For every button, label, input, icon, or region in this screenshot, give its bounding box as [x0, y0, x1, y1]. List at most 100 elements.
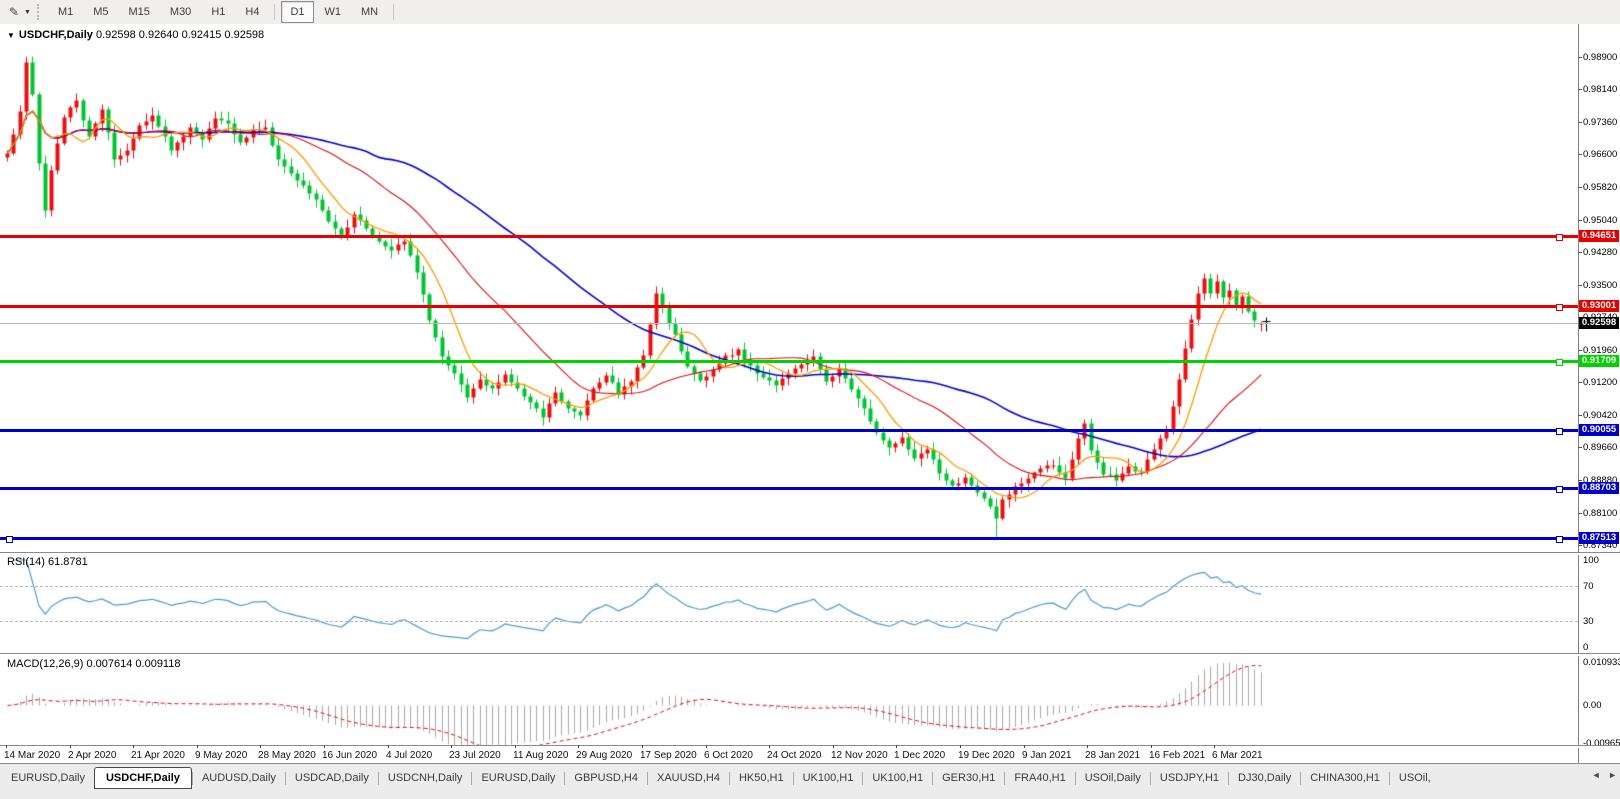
- price-tick-mark: [1578, 447, 1582, 448]
- date-label: 24 Oct 2020: [767, 750, 821, 761]
- hline-handle[interactable]: [1556, 234, 1563, 241]
- date-label: 28 May 2020: [258, 750, 316, 761]
- tab-eurusd-daily[interactable]: EURUSD,Daily: [472, 768, 564, 788]
- hline-handle[interactable]: [1556, 536, 1563, 543]
- panel-divider[interactable]: [0, 653, 1620, 656]
- bid-price-line: [0, 323, 1578, 324]
- macd-axis-label: 0.00: [1583, 700, 1602, 711]
- chart-tabs: EURUSD,DailyUSDCHF,DailyAUDUSD,DailyUSDC…: [2, 766, 1586, 790]
- date-tick-mark: [6, 745, 7, 748]
- price-tick-mark: [1578, 154, 1582, 155]
- price-tick-mark: [1578, 57, 1582, 58]
- chart-tab-bar: EURUSD,DailyUSDCHF,DailyAUDUSD,DailyUSDC…: [0, 763, 1620, 799]
- price-tick-mark: [1578, 122, 1582, 123]
- tab-usdcnh-daily[interactable]: USDCNH,Daily: [379, 768, 472, 788]
- price-tick-label: 0.95820: [1583, 182, 1617, 193]
- line-studies-icon[interactable]: ✎: [4, 3, 24, 21]
- date-tick-mark: [706, 745, 707, 748]
- tab-uk100-h1[interactable]: UK100,H1: [863, 768, 932, 788]
- tab-eurusd-daily[interactable]: EURUSD,Daily: [2, 768, 94, 788]
- price-tick-label: 0.96600: [1583, 149, 1617, 160]
- hline-0.94651[interactable]: [0, 235, 1578, 238]
- date-tick-mark: [578, 745, 579, 748]
- panel-divider[interactable]: [0, 745, 1620, 748]
- timeframe-button-mn[interactable]: MN: [352, 1, 387, 23]
- toolbar-grip[interactable]: [37, 4, 42, 20]
- timeframe-button-h1[interactable]: H1: [202, 1, 234, 23]
- hline-handle[interactable]: [1556, 359, 1563, 366]
- price-tick-mark: [1578, 480, 1582, 481]
- price-tick-mark: [1578, 545, 1582, 546]
- toolbar-separator: [274, 4, 275, 20]
- timeframe-button-m1[interactable]: M1: [49, 1, 82, 23]
- price-tick-mark: [1578, 220, 1582, 221]
- hline-0.93001[interactable]: [0, 305, 1578, 308]
- date-label: 23 Jul 2020: [449, 750, 501, 761]
- macd-axis-label: 0.010933: [1583, 657, 1620, 668]
- tab-scroll-left-icon[interactable]: ◄: [1592, 770, 1601, 780]
- hline-0.90055[interactable]: [0, 429, 1578, 432]
- timeframe-button-h4[interactable]: H4: [236, 1, 268, 23]
- date-tick-mark: [515, 745, 516, 748]
- tab-gbpusd-h4[interactable]: GBPUSD,H4: [565, 768, 647, 788]
- tab-uk100-h1[interactable]: UK100,H1: [794, 768, 863, 788]
- date-label: 9 May 2020: [195, 750, 247, 761]
- tab-fra40-h1[interactable]: FRA40,H1: [1005, 768, 1074, 788]
- hline-handle[interactable]: [1556, 428, 1563, 435]
- date-label: 16 Feb 2021: [1149, 750, 1205, 761]
- tab-usdcad-daily[interactable]: USDCAD,Daily: [286, 768, 378, 788]
- tab-usoil-[interactable]: USOil,: [1390, 768, 1440, 788]
- date-label: 14 Mar 2020: [4, 750, 60, 761]
- chevron-down-icon[interactable]: ▼: [24, 9, 31, 16]
- mt4-window: ✎ ▼ M1M5M15M30H1H4 D1W1MN ▼ USDCHF,Daily 0…: [0, 0, 1620, 798]
- date-tick-mark: [1151, 745, 1152, 748]
- tab-usdjpy-h1[interactable]: USDJPY,H1: [1151, 768, 1228, 788]
- ohlc-values: 0.92598 0.92640 0.92415 0.92598: [96, 29, 264, 41]
- tab-china300-h1[interactable]: CHINA300,H1: [1301, 768, 1389, 788]
- hline-handle[interactable]: [6, 536, 13, 543]
- hline-price-label: 0.88703: [1579, 482, 1619, 494]
- hline-0.88703[interactable]: [0, 487, 1578, 490]
- price-tick-label: 0.93500: [1583, 280, 1617, 291]
- tab-audusd-daily[interactable]: AUDUSD,Daily: [193, 768, 285, 788]
- toolbar-separator: [393, 4, 394, 20]
- tab-dj30-daily[interactable]: DJ30,Daily: [1229, 768, 1300, 788]
- price-tick-mark: [1578, 252, 1582, 253]
- price-tick-label: 0.90420: [1583, 410, 1617, 421]
- hline-price-label: 0.87513: [1579, 532, 1619, 544]
- hline-handle[interactable]: [1556, 486, 1563, 493]
- timeframe-button-m5[interactable]: M5: [84, 1, 117, 23]
- collapse-arrow-icon[interactable]: ▼: [7, 31, 15, 40]
- chart-window: ▼ USDCHF,Daily 0.92598 0.92640 0.92415 0.…: [0, 24, 1620, 763]
- date-label: 9 Jan 2021: [1022, 750, 1072, 761]
- hline-0.87513[interactable]: [0, 537, 1578, 540]
- tab-xauusd-h4[interactable]: XAUUSD,H4: [648, 768, 729, 788]
- date-tick-mark: [388, 745, 389, 748]
- symbol-period-label: USDCHF,Daily: [19, 29, 93, 41]
- date-tick-mark: [1214, 745, 1215, 748]
- date-tick-mark: [1087, 745, 1088, 748]
- chart-title: ▼ USDCHF,Daily 0.92598 0.92640 0.92415 0.…: [7, 29, 264, 41]
- timeframe-button-d1[interactable]: D1: [281, 1, 313, 23]
- tab-usdchf-daily[interactable]: USDCHF,Daily: [94, 767, 192, 789]
- timeframe-button-m15[interactable]: M15: [120, 1, 159, 23]
- tab-hk50-h1[interactable]: HK50,H1: [730, 768, 793, 788]
- timeframe-button-m30[interactable]: M30: [161, 1, 200, 23]
- date-tick-mark: [833, 745, 834, 748]
- timeframe-button-w1[interactable]: W1: [316, 1, 351, 23]
- rsi-level-line: [0, 586, 1578, 587]
- panel-divider[interactable]: [0, 552, 1620, 555]
- tab-scroll-right-icon[interactable]: ►: [1608, 770, 1617, 780]
- tab-scroll-arrows: ◄ ►: [1583, 770, 1617, 780]
- rsi-axis-label: 0: [1583, 642, 1588, 653]
- price-tick-label: 0.95040: [1583, 215, 1617, 226]
- hline-0.91709[interactable]: [0, 360, 1578, 363]
- date-tick-mark: [896, 745, 897, 748]
- price-tick-mark: [1578, 382, 1582, 383]
- tab-usoil-daily[interactable]: USOil,Daily: [1076, 768, 1150, 788]
- hline-handle[interactable]: [1556, 304, 1563, 311]
- date-label: 28 Jan 2021: [1085, 750, 1140, 761]
- tab-ger30-h1[interactable]: GER30,H1: [933, 768, 1004, 788]
- date-tick-mark: [642, 745, 643, 748]
- date-tick-mark: [960, 745, 961, 748]
